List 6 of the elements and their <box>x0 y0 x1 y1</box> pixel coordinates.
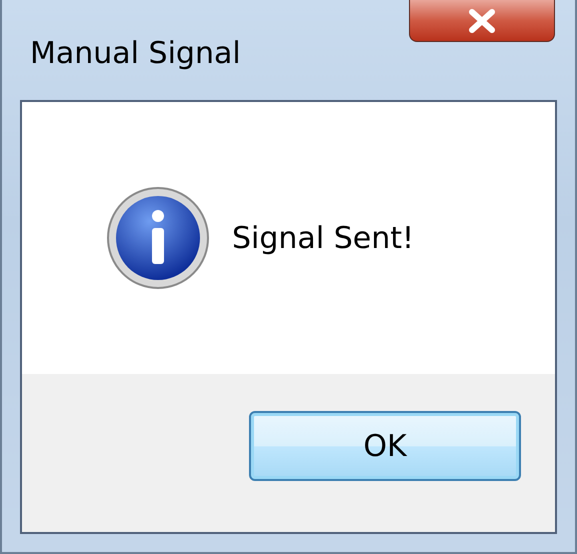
window-title: Manual Signal <box>30 36 241 71</box>
ok-button[interactable]: OK <box>249 411 521 481</box>
close-icon <box>468 8 496 32</box>
close-button[interactable] <box>409 0 555 42</box>
message-text: Signal Sent! <box>232 220 414 256</box>
information-icon <box>106 186 210 290</box>
